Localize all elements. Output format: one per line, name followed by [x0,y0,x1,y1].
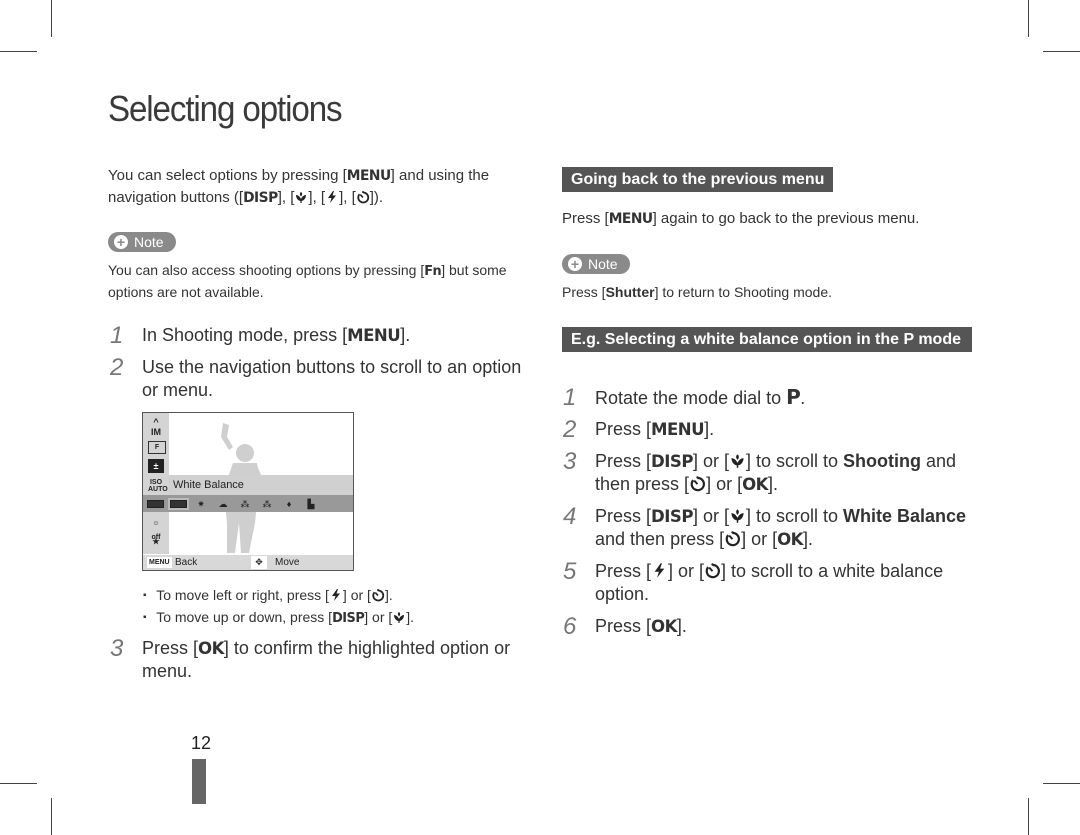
cloudy-icon[interactable]: ☁ [215,499,231,509]
step-3: 3 Press [OK] to confirm the highlighted … [110,635,511,682]
p-mode-icon: P [786,385,801,409]
bullet-move-left-right: To move left or right, press [] or []. [143,584,393,607]
camera-screen: ^ I​M F ± ISO AUTO White Balance ✷ ☁ ⁂ ⁂ … [142,412,354,571]
move-icon: ✥ [251,556,267,569]
ok-key: OK [198,639,224,658]
camera-footer: MENU Back ✥ Move [143,555,353,570]
macro-icon [392,610,406,624]
menu-key: MENU [651,420,705,439]
move-label: Move [275,557,300,568]
tungsten-icon[interactable]: ♦ [281,499,297,509]
example-step-3: 3 Press [DISP] or [] to scroll to Shooti… [563,448,957,495]
custom-set-icon[interactable]: ▙ [303,499,319,509]
smart-face-off-icon: ★ [152,537,160,546]
going-back-text: Press [MENU] again to go back to the pre… [562,210,920,227]
page-title: Selecting options [108,88,343,129]
ev-icon: ± [148,459,164,473]
plus-icon: + [568,257,582,271]
disp-key: DISP [651,507,693,526]
flash-icon [329,588,343,602]
timer-icon [704,562,721,579]
ok-key: OK [651,617,677,636]
flash-icon [651,562,668,579]
quality-icon: F [148,441,166,454]
disp-key: DISP [243,190,278,206]
white-balance-options: ✷ ☁ ⁂ ⁂ ♦ ▙ [143,495,353,512]
shutter-key: Shutter [605,284,655,300]
size-icon: I​M [151,427,161,437]
example-step-6: 6 Press [OK]. [563,613,687,640]
section-heading-going-back: Going back to the previous menu [562,167,834,192]
section-heading-example: E.g. Selecting a white balance option in… [562,327,972,352]
example-step-1: 1 Rotate the mode dial to P. [563,384,806,411]
intro-paragraph: You can select options by pressing [MENU… [108,167,490,206]
menu-key-icon: MENU [147,557,172,568]
fluorescent-l-icon[interactable]: ⁂ [259,499,275,509]
crop-mark [0,51,37,52]
note-text: Press [Shutter] to return to Shooting mo… [562,284,833,300]
page-number: 12 [191,733,212,753]
timer-icon [356,190,370,204]
flash-icon [325,190,339,204]
crop-mark [1028,798,1029,835]
note-badge: + Note [108,232,176,252]
crop-mark [1043,783,1080,784]
crop-mark [0,783,37,784]
disp-key: DISP [332,611,365,626]
ok-key: OK [777,530,803,549]
note-text: You can also access shooting options by … [108,262,507,300]
macro-icon [729,507,746,524]
page-tab-marker [192,759,206,804]
fn-key: Fn [424,264,442,279]
example-step-2: 2 Press [MENU]. [563,416,715,443]
crop-mark [1028,0,1029,37]
macro-icon [294,190,308,204]
auto-wb-icon[interactable] [147,499,164,508]
timer-icon [724,530,741,547]
macro-icon [729,452,746,469]
example-step-4: 4 Press [DISP] or [] to scroll to White … [563,503,967,550]
ok-key: OK [742,475,768,494]
back-label: Back [175,557,198,568]
disp-key: DISP [651,452,693,471]
note-badge: + Note [562,254,630,274]
crop-mark [1043,51,1080,52]
crop-mark [51,0,52,37]
fluorescent-h-icon[interactable]: ⁂ [237,499,253,509]
menu-item-white-balance[interactable]: White Balance [169,475,353,495]
step-1: 1 In Shooting mode, press [MENU]. [110,322,411,349]
crop-mark [51,798,52,835]
example-step-5: 5 Press [] or [] to scroll to a white ba… [563,558,944,605]
menu-key: MENU [608,211,653,227]
daylight-icon[interactable]: ✷ [193,499,209,509]
face-detect-off-icon: ☺off [151,520,161,541]
iso-icon: ISO AUTO [148,479,168,493]
menu-key: MENU [346,168,391,184]
menu-key: MENU [347,326,401,345]
timer-icon [689,475,706,492]
bullet-move-up-down: To move up or down, press [DISP] or []. [143,606,414,630]
timer-icon [371,588,385,602]
custom-wb-icon[interactable] [168,497,189,510]
step-2: 2 Use the navigation buttons to scroll t… [110,354,522,401]
plus-icon: + [114,235,128,249]
